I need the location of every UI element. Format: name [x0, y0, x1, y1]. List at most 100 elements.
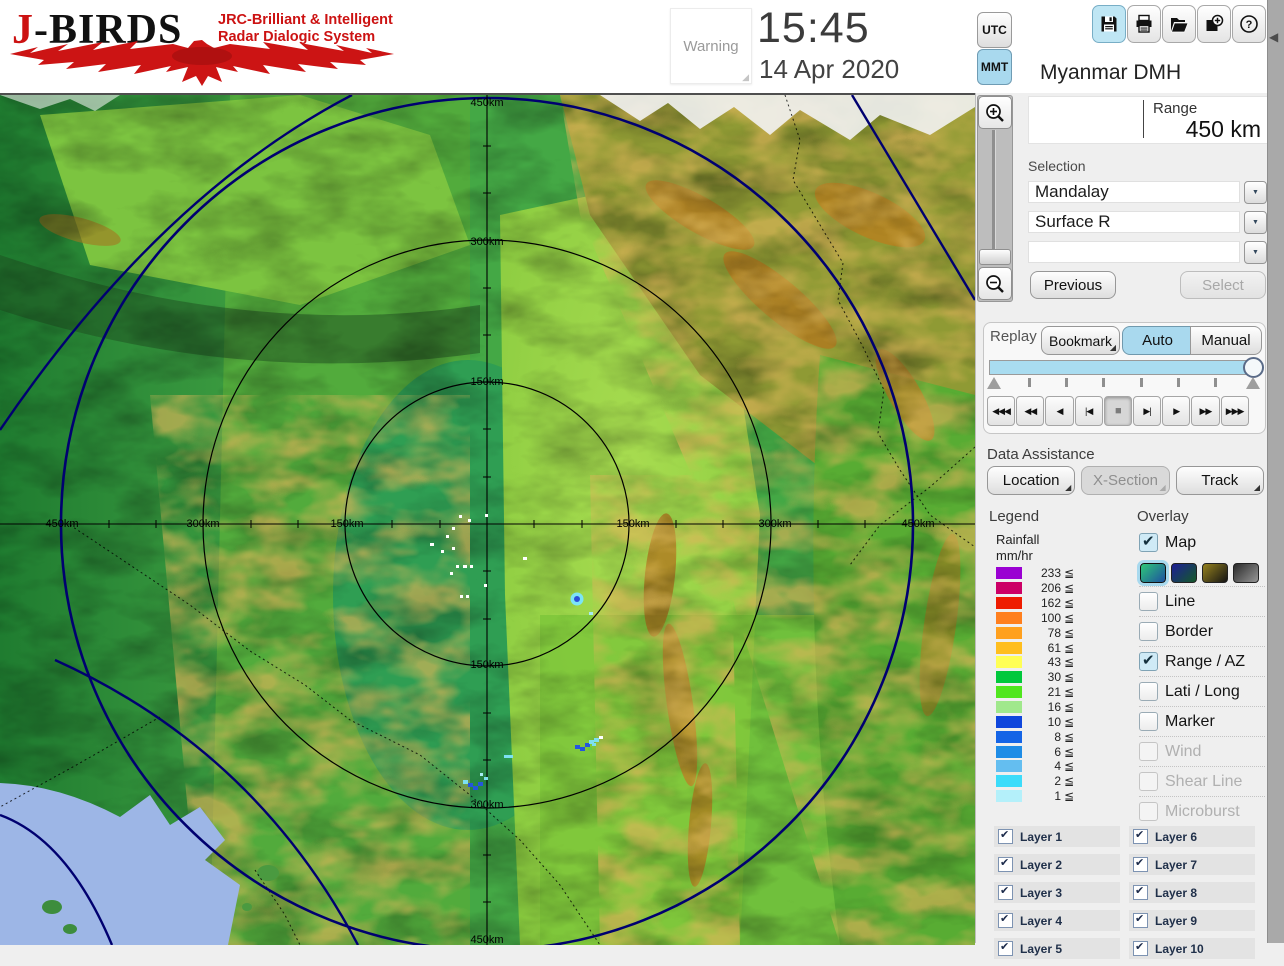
playback-button[interactable]: ▶▶	[1191, 396, 1220, 426]
replay-slider-track[interactable]	[989, 360, 1261, 375]
layer-row[interactable]: Layer 2	[994, 854, 1120, 875]
auto-mode-button[interactable]: Auto	[1122, 326, 1193, 355]
zoom-slider-handle[interactable]	[979, 249, 1011, 265]
product-dropdown-button[interactable]: ▼	[1244, 211, 1267, 234]
checkbox[interactable]	[998, 940, 1013, 956]
utc-button[interactable]: UTC	[977, 12, 1012, 48]
collapse-arrow-icon[interactable]: ◀	[1269, 30, 1278, 44]
overlay-item[interactable]: Border	[1139, 616, 1265, 646]
checkbox[interactable]	[1139, 712, 1158, 731]
zoom-out-button[interactable]	[978, 267, 1012, 300]
select-button[interactable]: Select	[1180, 271, 1266, 299]
layer-row[interactable]: Layer 5	[994, 938, 1120, 959]
lte-symbol: ≦	[1064, 655, 1075, 670]
checkbox[interactable]	[1133, 912, 1148, 928]
option-dropdown-button[interactable]: ▼	[1244, 241, 1267, 264]
replay-slider-handle[interactable]	[1243, 357, 1264, 378]
help-button[interactable]: ?	[1232, 5, 1266, 43]
playback-button[interactable]: ▶▶▶	[1220, 396, 1249, 426]
overlay-item[interactable]: Line	[1139, 586, 1265, 616]
overlay-item[interactable]: Shear Line	[1139, 766, 1265, 796]
layer-row[interactable]: Layer 9	[1129, 910, 1255, 931]
checkbox[interactable]	[1139, 742, 1158, 761]
save-button[interactable]	[1092, 5, 1126, 43]
lte-symbol: ≦	[1064, 700, 1075, 715]
overlay-item[interactable]: Microburst	[1139, 796, 1265, 826]
layer-row[interactable]: Layer 4	[994, 910, 1120, 931]
legend-label: Legend	[989, 508, 1040, 525]
option-dropdown[interactable]	[1028, 241, 1240, 263]
overlay-item[interactable]: Range / AZ	[1139, 646, 1265, 676]
map-style-swatch[interactable]	[1233, 562, 1259, 583]
data-assistance-button[interactable]: Track ◢	[1175, 466, 1264, 495]
data-assistance-button[interactable]: Location ◢	[987, 466, 1076, 495]
playback-button[interactable]: ▶	[1162, 396, 1191, 426]
layer-row[interactable]: Layer 10	[1129, 938, 1255, 959]
previous-button[interactable]: Previous	[1030, 271, 1116, 299]
legend-color-swatch	[996, 656, 1022, 669]
overlay-item[interactable]: Wind	[1139, 736, 1265, 766]
playback-button[interactable]: ◀◀	[1016, 396, 1045, 426]
zoom-in-button[interactable]	[978, 96, 1012, 129]
map-style-swatch[interactable]	[1202, 562, 1228, 583]
chevron-down-icon: ▼	[1252, 189, 1259, 196]
export-image-button[interactable]	[1197, 5, 1231, 43]
print-button[interactable]	[1127, 5, 1161, 43]
overlay-item[interactable]: Lati / Long	[1139, 676, 1265, 706]
playback-button[interactable]: ◀◀◀	[987, 396, 1016, 426]
map-style-swatch[interactable]	[1171, 562, 1197, 583]
map-style-swatch[interactable]	[1137, 559, 1169, 586]
layer-row[interactable]: Layer 8	[1129, 882, 1255, 903]
ring-label: 150km	[470, 659, 504, 671]
checkbox[interactable]	[998, 856, 1013, 872]
warning-box[interactable]: Warning ◢	[670, 8, 752, 84]
checkbox[interactable]	[1139, 651, 1158, 671]
legend-color-swatch	[996, 730, 1022, 743]
layer-row[interactable]: Layer 1	[994, 826, 1120, 847]
playback-button[interactable]: ▶|	[1132, 396, 1162, 426]
checkbox[interactable]	[1139, 592, 1158, 611]
mmt-button[interactable]: MMT	[977, 49, 1012, 85]
checkbox[interactable]	[1133, 856, 1148, 872]
legend-row: 233 ≦	[996, 566, 1086, 581]
layer-row[interactable]: Layer 7	[1129, 854, 1255, 875]
playback-button[interactable]: |◀	[1074, 396, 1103, 426]
layer-row[interactable]: Layer 6	[1129, 826, 1255, 847]
checkbox[interactable]	[1133, 828, 1148, 844]
slider-tick	[1065, 378, 1068, 387]
slider-end-marker[interactable]	[1246, 377, 1260, 389]
zoom-slider-track[interactable]	[992, 130, 996, 250]
overlay-item[interactable]: Marker	[1139, 706, 1265, 736]
legend-unit: Rainfall	[996, 532, 1040, 547]
slider-start-marker[interactable]	[987, 377, 1001, 389]
overlay-item[interactable]: Map	[1139, 528, 1265, 557]
range-value: 450 km	[1185, 116, 1261, 142]
playback-button[interactable]: ■	[1103, 396, 1132, 426]
checkbox[interactable]	[1139, 532, 1158, 552]
bookmark-button[interactable]: Bookmark ◢	[1041, 326, 1120, 355]
save-icon	[1101, 16, 1117, 32]
checkbox[interactable]	[1139, 622, 1158, 641]
site-dropdown-button[interactable]: ▼	[1244, 181, 1267, 204]
site-dropdown[interactable]: Mandalay	[1028, 181, 1240, 203]
manual-mode-button[interactable]: Manual	[1190, 326, 1262, 355]
corner-mark-icon: ◢	[1253, 483, 1260, 492]
ring-label: 300km	[470, 799, 504, 811]
data-assistance-button[interactable]: X-Section ◢	[1081, 466, 1170, 495]
lte-symbol: ≦	[1064, 581, 1075, 596]
layer-row[interactable]: Layer 3	[994, 882, 1120, 903]
legend-unit: mm/hr	[996, 548, 1033, 563]
checkbox[interactable]	[998, 828, 1013, 844]
checkbox[interactable]	[1139, 682, 1158, 701]
checkbox[interactable]	[1133, 940, 1148, 956]
radar-map[interactable]: 450km 300km 150km 150km 300km 450km 450k…	[0, 93, 975, 945]
checkbox[interactable]	[998, 884, 1013, 900]
checkbox[interactable]	[1139, 772, 1158, 791]
checkbox[interactable]	[998, 912, 1013, 928]
checkbox[interactable]	[1133, 884, 1148, 900]
product-dropdown[interactable]: Surface R	[1028, 211, 1240, 233]
panel-collapse-strip[interactable]	[1267, 0, 1284, 943]
checkbox[interactable]	[1139, 802, 1158, 821]
playback-button[interactable]: ◀	[1045, 396, 1074, 426]
open-file-button[interactable]	[1162, 5, 1196, 43]
